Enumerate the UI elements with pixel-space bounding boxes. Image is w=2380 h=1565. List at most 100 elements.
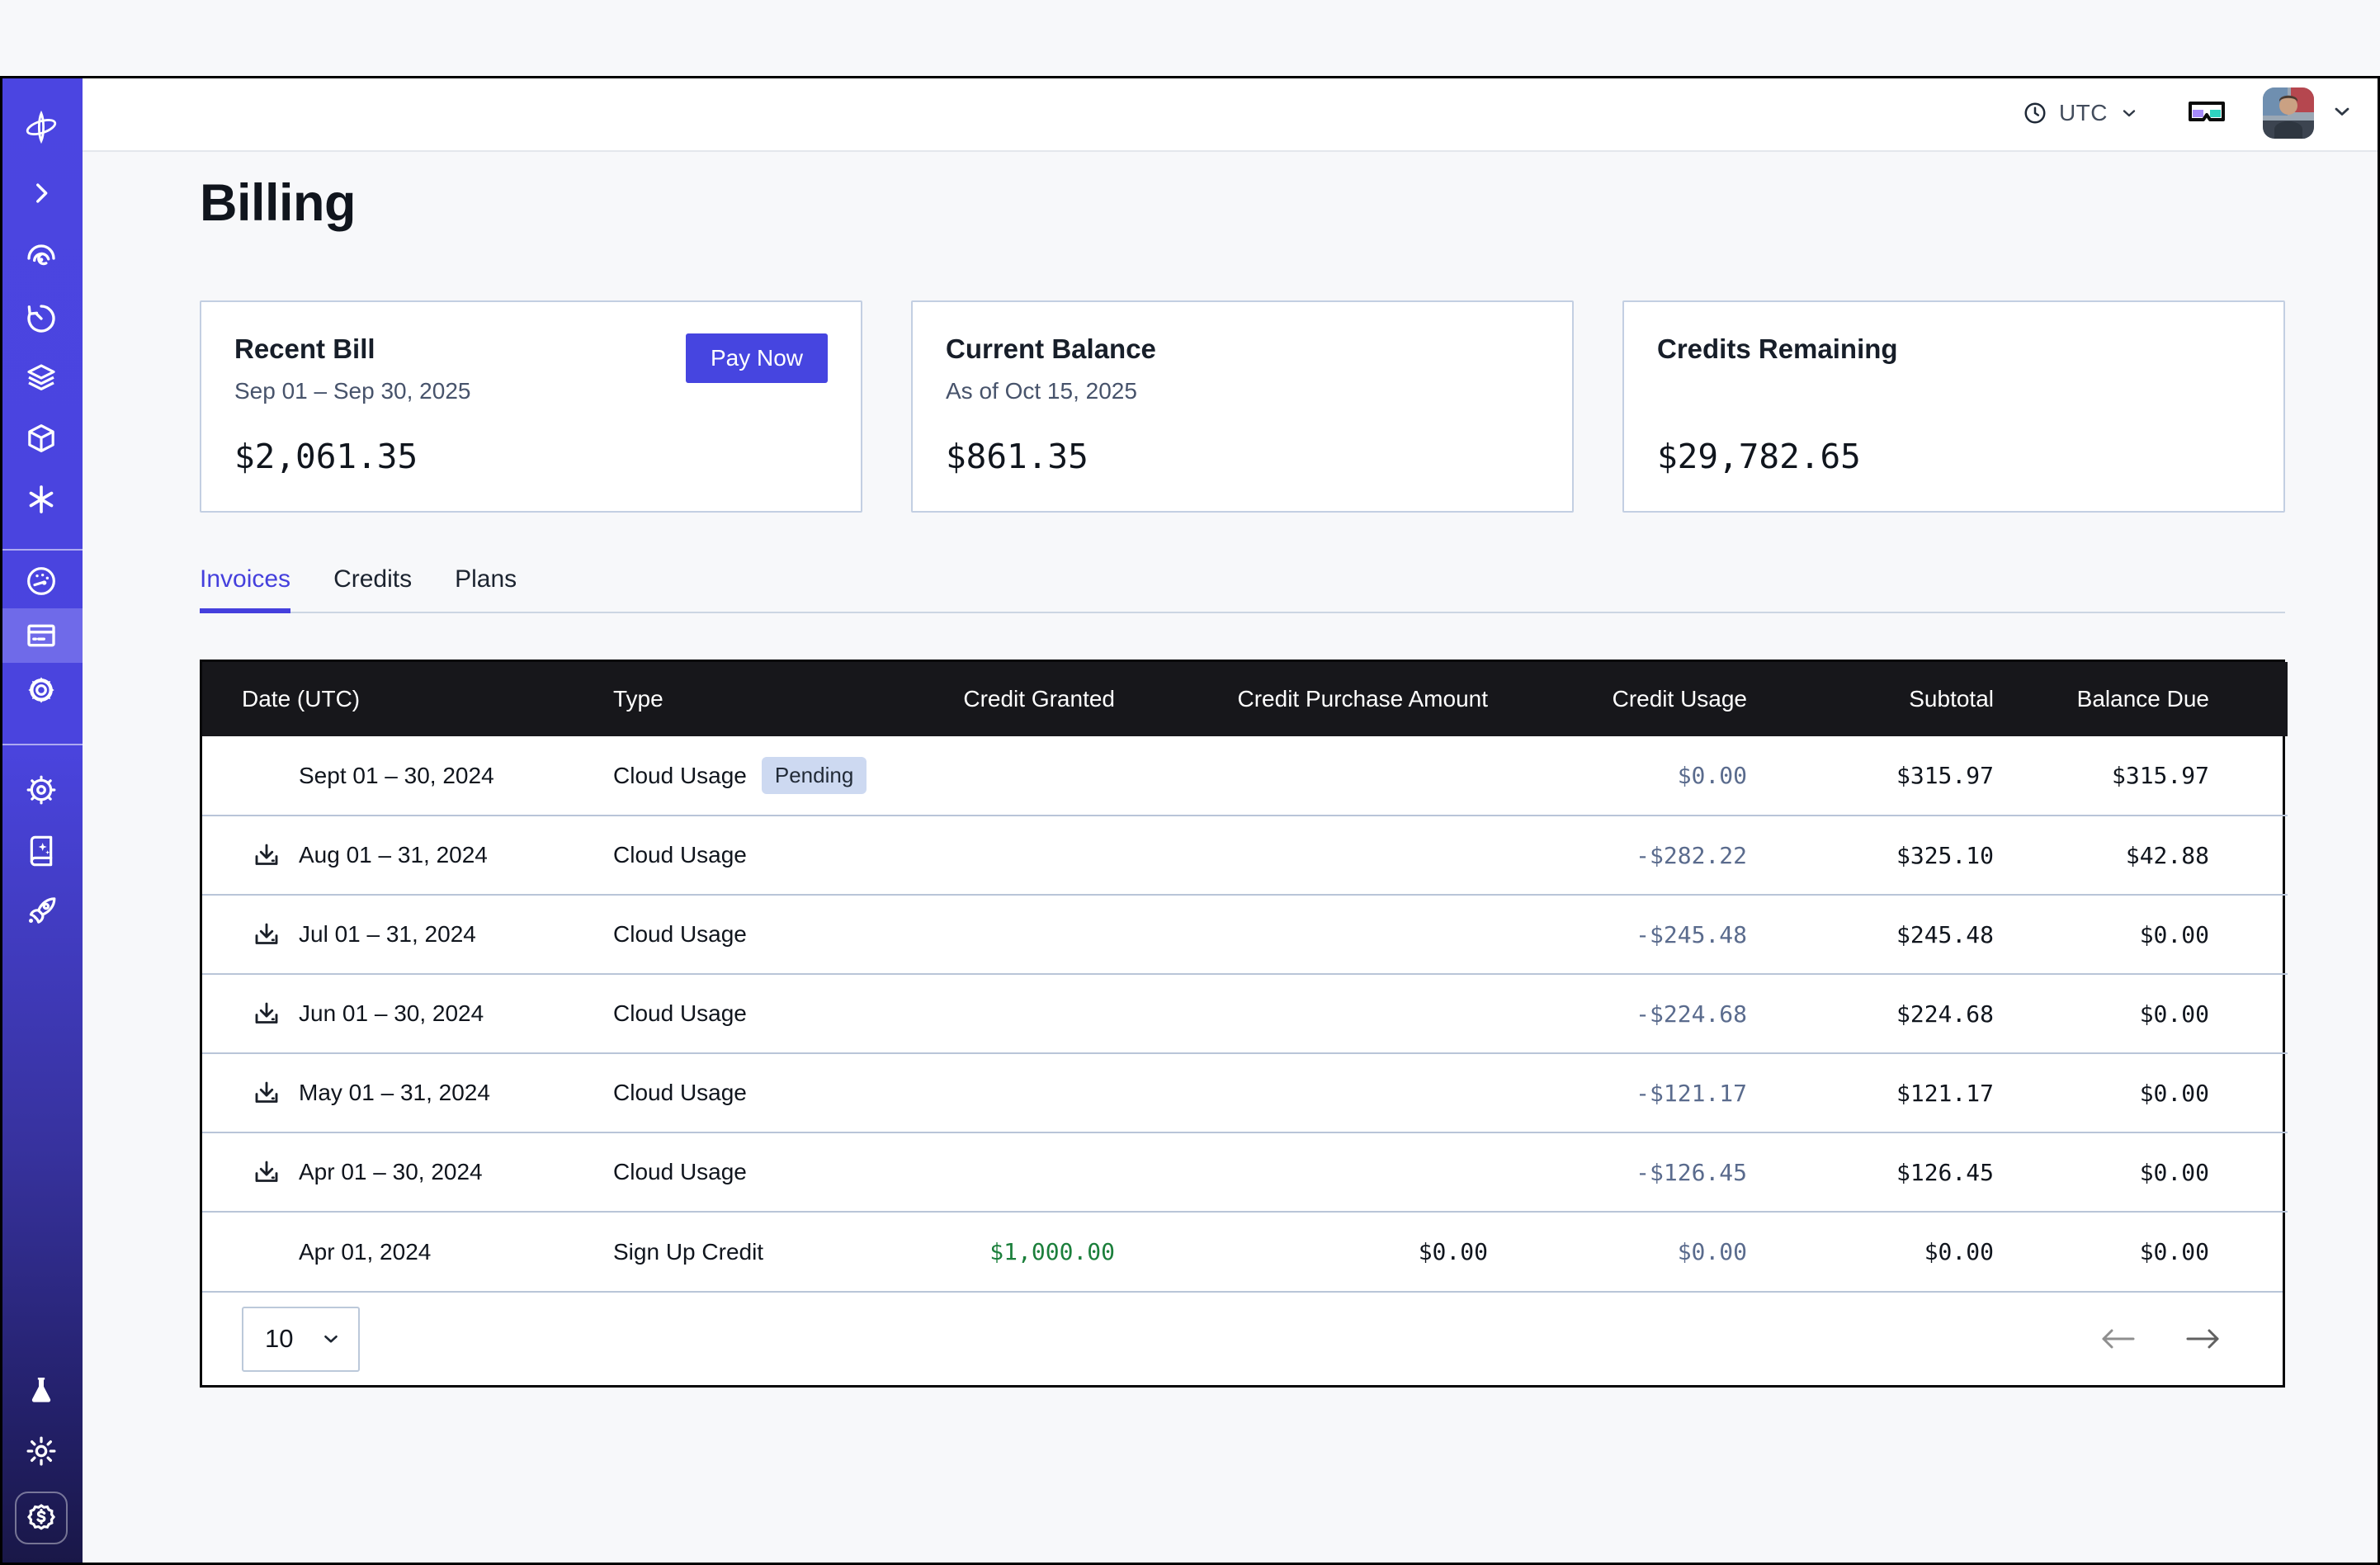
arrow-left-icon	[2099, 1325, 2137, 1353]
table-footer: 10	[202, 1291, 2283, 1385]
card-title: Current Balance	[946, 333, 1539, 365]
gauge-icon	[25, 565, 58, 598]
arrow-right-icon	[2184, 1325, 2222, 1353]
credit-purchase-value	[1141, 1132, 1514, 1212]
subtotal-value: $315.97	[1773, 736, 2020, 816]
main-content: Billing Recent Bill Sep 01 – Sep 30, 202…	[200, 76, 2285, 1388]
credits-remaining-card: Credits Remaining $29,782.65	[1622, 300, 2285, 513]
subtotal-value: $121.17	[1773, 1053, 2020, 1132]
credit-usage-value: -$121.17	[1514, 1053, 1773, 1132]
sidebar-item-getting-started[interactable]	[21, 891, 61, 930]
chevron-down-icon	[320, 1328, 342, 1350]
rewards-button[interactable]	[15, 1492, 68, 1544]
sidebar-divider	[0, 549, 83, 551]
col-credit-granted: Credit Granted	[918, 662, 1141, 736]
col-credit-purchase-amount: Credit Purchase Amount	[1141, 662, 1514, 736]
subtotal-value: $325.10	[1773, 816, 2020, 895]
user-avatar[interactable]	[2263, 87, 2314, 139]
tab-invoices[interactable]: Invoices	[200, 565, 290, 612]
sidebar-item-billing[interactable]	[0, 608, 83, 663]
credit-usage-value: $0.00	[1514, 1212, 1773, 1291]
balance-due-value: $0.00	[2020, 1053, 2288, 1132]
sidebar-item-support[interactable]	[21, 770, 61, 810]
recent-bill-card: Recent Bill Sep 01 – Sep 30, 2025 Pay No…	[200, 300, 862, 513]
table-row: Jul 01 – 31, 2024 Cloud Usage -$245.48 $…	[202, 895, 2288, 974]
download-icon	[252, 999, 281, 1028]
logo-icon[interactable]	[21, 107, 61, 147]
collapse-chevron-icon[interactable]	[21, 173, 61, 213]
invoice-date: Apr 01, 2024	[299, 1239, 431, 1265]
asterisk-icon[interactable]	[21, 480, 61, 519]
sidebar-item-labs[interactable]	[21, 1370, 61, 1410]
credit-usage-value: -$126.45	[1514, 1132, 1773, 1212]
credit-card-icon	[25, 619, 58, 652]
invoice-type: Cloud Usage	[613, 1080, 747, 1105]
balance-due-value: $0.00	[2020, 1132, 2288, 1212]
credit-granted-value	[918, 974, 1141, 1053]
theme-toggle[interactable]	[21, 1431, 61, 1471]
topbar: UTC	[83, 76, 2380, 152]
download-icon	[252, 840, 281, 870]
table-row: May 01 – 31, 2024 Cloud Usage -$121.17 $…	[202, 1053, 2288, 1132]
current-balance-amount: $861.35	[946, 437, 1539, 476]
download-invoice-button[interactable]	[252, 920, 281, 949]
invoice-type: Cloud Usage	[613, 1000, 747, 1026]
sidebar-item-settings[interactable]	[0, 663, 83, 717]
invoice-type: Cloud Usage	[613, 1159, 747, 1184]
layers-icon[interactable]	[21, 358, 61, 398]
download-invoice-button[interactable]	[252, 999, 281, 1028]
invoice-type: Cloud Usage	[613, 921, 747, 947]
balance-due-value: $42.88	[2020, 816, 2288, 895]
next-page-button[interactable]	[2184, 1325, 2222, 1353]
credit-granted-value	[918, 1053, 1141, 1132]
invoice-date: Aug 01 – 31, 2024	[299, 842, 488, 868]
tab-credits[interactable]: Credits	[333, 565, 412, 612]
credit-purchase-value	[1141, 816, 1514, 895]
clock-icon	[2023, 101, 2047, 125]
table-row: Jun 01 – 30, 2024 Cloud Usage -$224.68 $…	[202, 974, 2288, 1053]
timezone-selector[interactable]: UTC	[2023, 100, 2139, 126]
credit-usage-value: -$245.48	[1514, 895, 1773, 974]
flask-icon	[25, 1374, 58, 1407]
billing-tabs: Invoices Credits Plans	[200, 565, 2285, 613]
recent-bill-amount: $2,061.35	[234, 437, 828, 476]
observe-icon[interactable]	[21, 239, 61, 278]
credit-purchase-value: $0.00	[1141, 1212, 1514, 1291]
credit-purchase-value	[1141, 1053, 1514, 1132]
chevron-down-icon	[2330, 100, 2354, 123]
docs-book-icon	[25, 835, 58, 868]
subtotal-value: $126.45	[1773, 1132, 2020, 1212]
timezone-label: UTC	[2059, 100, 2108, 126]
sidebar	[0, 76, 83, 1565]
prev-page-button[interactable]	[2099, 1325, 2137, 1353]
invoice-type: Sign Up Credit	[613, 1239, 763, 1265]
download-invoice-button[interactable]	[252, 1078, 281, 1108]
sidebar-item-usage[interactable]	[0, 554, 83, 608]
download-invoice-button[interactable]	[252, 840, 281, 870]
col-type: Type	[580, 662, 918, 736]
cube-icon[interactable]	[21, 418, 61, 458]
balance-due-value: $0.00	[2020, 1212, 2288, 1291]
status-badge: Pending	[762, 757, 867, 794]
avatar-photo	[2263, 87, 2314, 139]
download-icon	[252, 1157, 281, 1187]
dollar-badge-icon	[25, 1501, 58, 1534]
invoice-date: Jun 01 – 30, 2024	[299, 1000, 484, 1027]
tab-plans[interactable]: Plans	[455, 565, 517, 612]
sidebar-item-docs[interactable]	[21, 831, 61, 871]
demo-mode-button[interactable]	[2187, 98, 2227, 129]
col-date: Date (UTC)	[202, 662, 580, 736]
balance-as-of: As of Oct 15, 2025	[946, 378, 1539, 404]
page-size-select[interactable]: 10	[242, 1307, 360, 1372]
account-menu-button[interactable]	[2330, 100, 2354, 127]
timer-icon[interactable]	[21, 299, 61, 338]
pay-now-button[interactable]: Pay Now	[686, 333, 828, 383]
download-icon	[252, 920, 281, 949]
col-balance-due: Balance Due	[2020, 662, 2288, 736]
page-size-value: 10	[265, 1324, 293, 1354]
credit-purchase-value	[1141, 895, 1514, 974]
invoices-table: Date (UTC) Type Credit Granted Credit Pu…	[200, 660, 2285, 1388]
goggles-icon	[2187, 98, 2227, 125]
table-row: Apr 01 – 30, 2024 Cloud Usage -$126.45 $…	[202, 1132, 2288, 1212]
download-invoice-button[interactable]	[252, 1157, 281, 1187]
